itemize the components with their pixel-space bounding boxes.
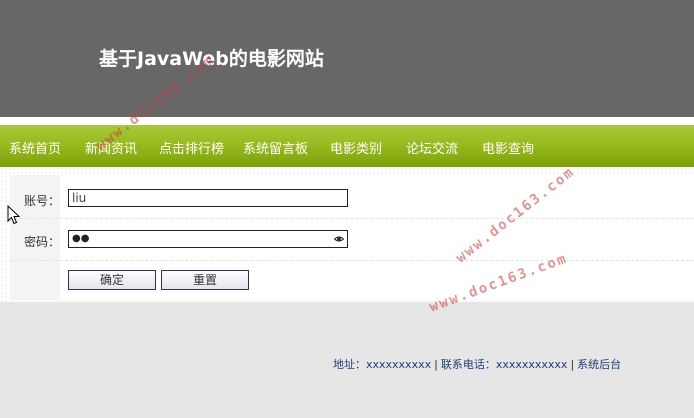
reset-button[interactable]: 重置 <box>161 270 249 290</box>
nav-item-ranking[interactable]: 点击排行榜 <box>159 138 224 157</box>
footer-admin-link[interactable]: 系统后台 <box>577 358 621 371</box>
content-area: 账号： liu 密码： ●● 确定 重置 <box>0 167 694 302</box>
footer-address: 地址：xxxxxxxxxx <box>333 358 432 371</box>
eye-icon[interactable] <box>334 234 344 244</box>
nav-item-home[interactable]: 系统首页 <box>9 138 61 157</box>
header-divider <box>0 117 694 125</box>
password-input-value: ●● <box>72 233 90 244</box>
account-input[interactable]: liu <box>68 189 348 207</box>
account-input-value: liu <box>72 191 87 205</box>
password-input[interactable]: ●● <box>68 230 348 248</box>
nav-item-search[interactable]: 电影查询 <box>482 138 534 157</box>
row-divider <box>10 218 694 219</box>
footer-phone: 联系电话：xxxxxxxxxxx <box>440 358 568 371</box>
nav-item-forum[interactable]: 论坛交流 <box>406 138 458 157</box>
login-form: 账号： liu 密码： ●● 确定 重置 <box>10 175 694 300</box>
footer-separator: | <box>434 358 438 371</box>
site-header: 基于JavaWeb的电影网站 <box>0 0 694 117</box>
nav-item-categories[interactable]: 电影类别 <box>330 138 382 157</box>
confirm-button[interactable]: 确定 <box>68 270 156 290</box>
account-label: 账号： <box>24 194 61 208</box>
mouse-cursor-icon <box>7 205 21 225</box>
footer-separator: | <box>570 358 575 371</box>
nav-item-guestbook[interactable]: 系统留言板 <box>243 138 308 157</box>
page: 基于JavaWeb的电影网站 系统首页 新闻资讯 点击排行榜 系统留言板 电影类… <box>0 0 694 418</box>
row-divider <box>10 260 694 261</box>
password-label: 密码： <box>24 235 61 249</box>
footer-links: 地址：xxxxxxxxxx | 联系电话：xxxxxxxxxxx | 系统后台 <box>333 356 621 372</box>
